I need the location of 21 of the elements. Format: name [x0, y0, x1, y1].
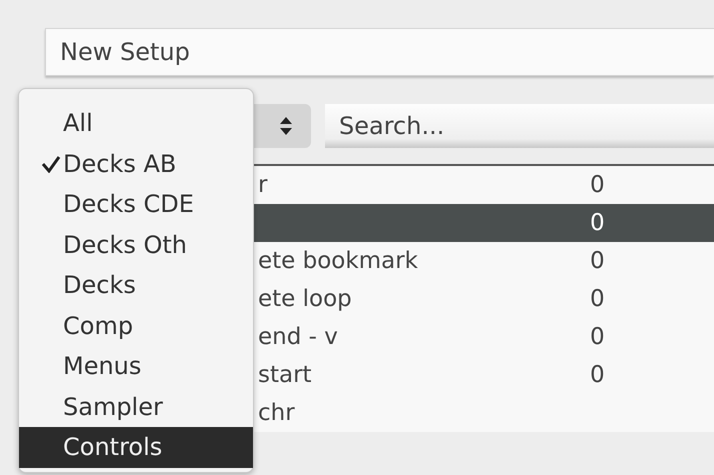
table-cell: 0: [590, 362, 605, 388]
menu-item[interactable]: Sampler: [19, 386, 253, 427]
menu-item[interactable]: Menus: [19, 346, 253, 386]
menu-item[interactable]: Controls: [19, 427, 253, 468]
table-cell: 0: [590, 324, 605, 350]
search-field[interactable]: Search...: [325, 104, 714, 148]
table-cell: 0: [590, 248, 605, 274]
table-cell: 0: [590, 286, 605, 312]
setup-name-field[interactable]: New Setup: [45, 28, 714, 76]
table-cell: ete bookmark: [258, 248, 418, 274]
table-cell: r: [258, 172, 268, 198]
menu-item[interactable]: All: [19, 103, 253, 144]
table-cell: 0: [590, 210, 605, 236]
menu-item[interactable]: Comp: [19, 306, 253, 346]
table-cell: ete loop: [258, 286, 352, 312]
table-cell: start: [258, 362, 312, 388]
menu-item[interactable]: Decks AB: [19, 144, 253, 184]
table-cell: 0: [590, 172, 605, 198]
menu-item[interactable]: Decks: [19, 265, 253, 306]
table-cell: end - v: [258, 324, 338, 350]
stepper-icon: [279, 116, 293, 136]
